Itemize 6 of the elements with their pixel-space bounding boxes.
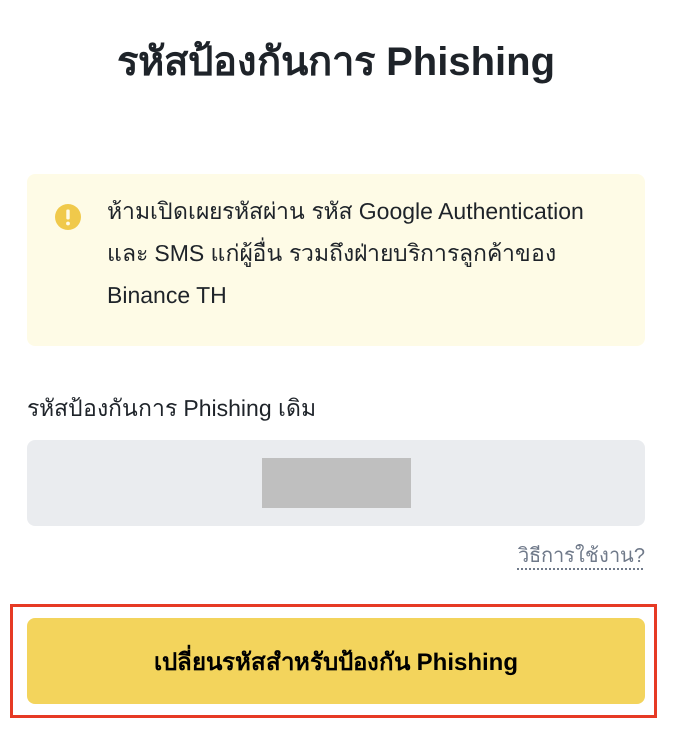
change-code-button[interactable]: เปลี่ยนรหัสสำหรับป้องกัน Phishing — [27, 618, 645, 704]
page-title: รหัสป้องกันการ Phishing — [117, 39, 555, 86]
help-link[interactable]: วิธีการใช้งาน? — [518, 542, 645, 570]
exclamation-icon — [55, 204, 81, 230]
warning-text: ห้ามเปิดเผยรหัสผ่าน รหัส Google Authentication และ SMS แก่ผู้อื่น รวมถึงฝ่ายบริการลูกค้าของ Binance TH — [107, 197, 585, 310]
field-label: รหัสป้องกันการ Phishing เดิม — [27, 394, 316, 423]
